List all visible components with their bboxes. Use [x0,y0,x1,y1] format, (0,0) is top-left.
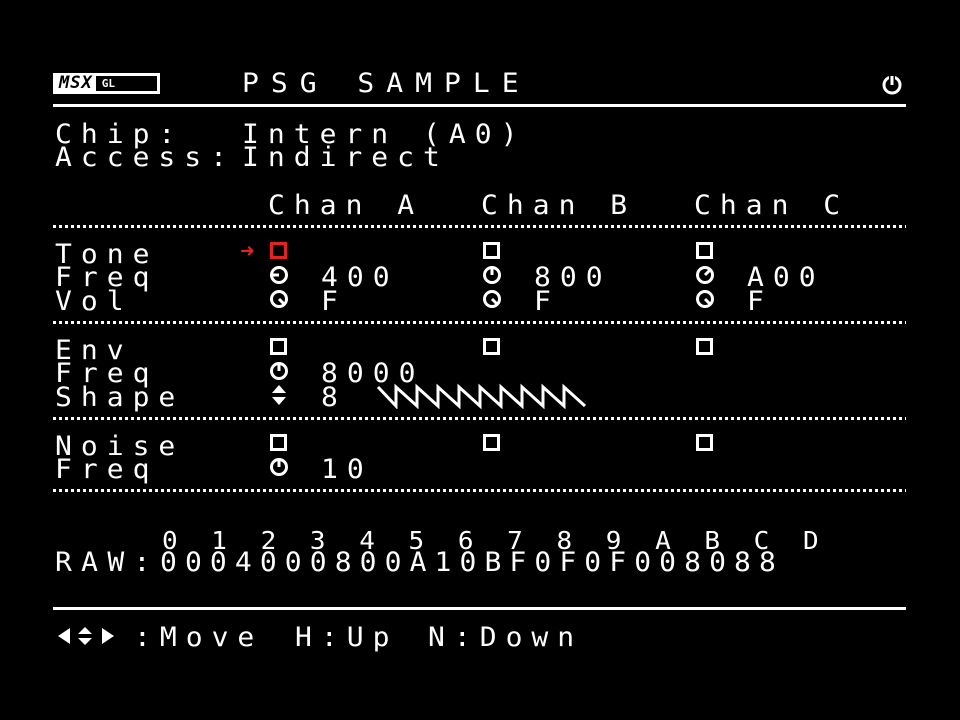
power-icon[interactable] [880,72,904,96]
env-a-checkbox[interactable] [270,338,287,355]
tone-vol-label: Vol [55,285,133,317]
cursor-arrow-icon: ➜ [240,237,255,265]
channel-a-header: Chan A [268,189,424,221]
channel-b-header: Chan B [481,189,637,221]
move-hint: :Move [134,621,264,653]
access-value: Indirect [242,141,449,173]
vol-knob-a-icon [269,289,289,309]
tone-vol-c[interactable]: F [747,288,773,315]
raw-label: RAW: [55,546,160,578]
envelope-shape-waveform-icon [376,383,588,409]
divider-2 [53,321,906,324]
noise-freq-label: Freq [55,453,159,485]
env-freq-knob-icon [269,361,289,381]
env-b-checkbox[interactable] [483,338,500,355]
msx-gl-logo: MSX GL [53,73,160,94]
divider-3 [53,417,906,420]
env-c-checkbox[interactable] [696,338,713,355]
noise-c-checkbox[interactable] [696,434,713,451]
footer-divider [53,607,906,610]
tone-vol-b[interactable]: F [534,288,560,315]
header-divider [53,104,906,107]
freq-knob-b-icon [482,265,502,285]
tone-b-checkbox[interactable] [483,242,500,259]
up-hint: H:Up [295,621,399,653]
freq-knob-c-icon [695,265,715,285]
up-down-arrows-icon [270,384,288,406]
noise-freq-knob-icon [269,457,289,477]
vol-knob-c-icon [695,289,715,309]
vol-knob-b-icon [482,289,502,309]
channel-c-header: Chan C [694,189,850,221]
tone-c-checkbox[interactable] [696,242,713,259]
logo-gl: GL [101,77,115,90]
noise-b-checkbox[interactable] [483,434,500,451]
tone-a-checkbox[interactable] [270,242,287,259]
noise-freq-value[interactable]: 10 [321,456,373,483]
freq-knob-a-icon [269,265,289,285]
logo-msx: MSX [56,75,96,92]
arrow-keys-icon [57,626,127,646]
divider-4 [53,489,906,492]
raw-values: 0004000800A10BF0F0F008088 [160,546,784,578]
down-hint: N:Down [428,621,584,653]
psg-sample-screen: MSX GL PSG SAMPLE Chip: Intern (A0) Acce… [0,0,960,720]
divider-1 [53,225,906,228]
env-shape-value[interactable]: 8 [321,384,347,411]
tone-vol-a[interactable]: F [321,288,347,315]
page-title: PSG SAMPLE [242,67,531,99]
env-shape-label: Shape [55,381,185,413]
access-label: Access: [55,141,237,173]
noise-a-checkbox[interactable] [270,434,287,451]
